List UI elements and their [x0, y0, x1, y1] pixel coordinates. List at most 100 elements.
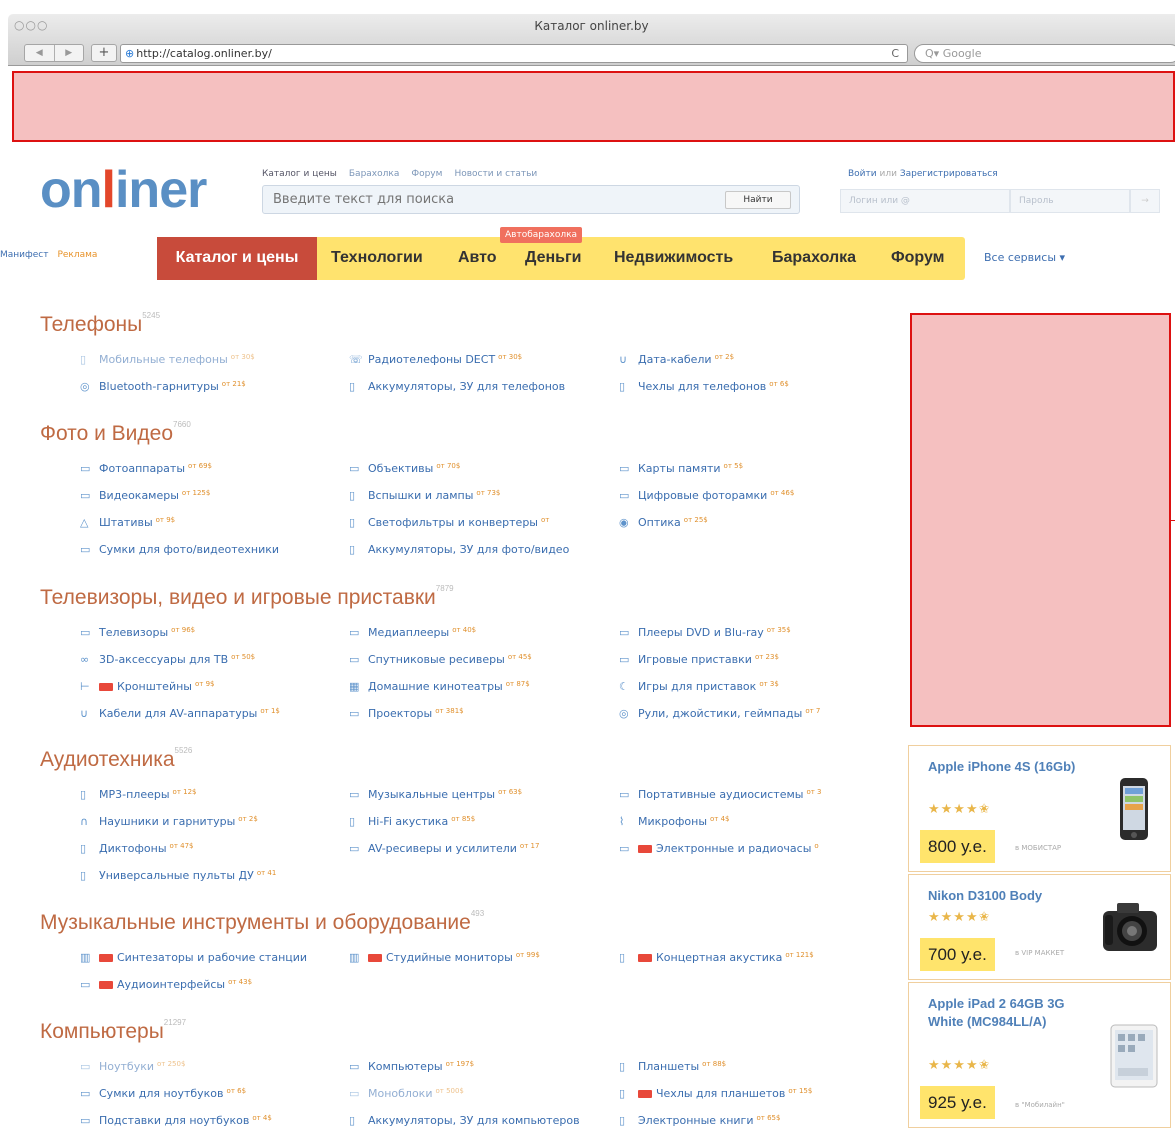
- header-link-catalog[interactable]: Каталог и цены: [262, 169, 337, 179]
- catalog-item[interactable]: ▭ Портативные аудиосистемы от 3: [619, 788, 879, 801]
- sidebar-banner-ad[interactable]: [910, 313, 1171, 727]
- catalog-item[interactable]: ▯ Планшеты от 88$: [619, 1060, 879, 1073]
- nav-item-auto[interactable]: Авто: [458, 249, 497, 267]
- catalog-item[interactable]: ▯ Диктофоны от 47$: [80, 842, 335, 855]
- catalog-item[interactable]: ▭ Карты памяти от 5$: [619, 462, 879, 475]
- catalog-item[interactable]: ▭ Игровые приставки от 23$: [619, 653, 879, 666]
- autobaraholka-badge[interactable]: Автобарахолка: [500, 227, 583, 243]
- nav-item-money[interactable]: Деньги: [525, 249, 582, 267]
- catalog-item[interactable]: ☾ Игры для приставок от 3$: [619, 680, 879, 693]
- section-title[interactable]: Компьютеры21297: [40, 1018, 186, 1044]
- section-title[interactable]: Телевизоры, видео и игровые приставки787…: [40, 584, 454, 610]
- product-card[interactable]: Apple iPhone 4S (16Gb) ★★★★✬ 800 у.е. в МОБ…: [908, 745, 1171, 872]
- back-button[interactable]: ◀: [25, 45, 54, 61]
- catalog-item[interactable]: ▭ Компьютеры от 197$: [349, 1060, 601, 1073]
- catalog-item[interactable]: ▭ Сумки для ноутбуков от 6$: [80, 1087, 335, 1100]
- product-price[interactable]: 800 у.е.: [920, 830, 995, 863]
- product-name[interactable]: Apple iPad 2 64GB 3G White (MC984LL/A): [928, 995, 1078, 1031]
- site-search-input[interactable]: [263, 186, 723, 213]
- catalog-item[interactable]: ▥ Синтезаторы и рабочие станции: [80, 951, 335, 964]
- register-link[interactable]: Зарегистрироваться: [900, 169, 998, 179]
- catalog-item[interactable]: ▯ Электронные книги от 65$: [619, 1114, 879, 1127]
- product-shop[interactable]: в МОБИСТАР: [1015, 844, 1085, 853]
- product-shop[interactable]: в VIP МАККЕТ: [1015, 949, 1085, 958]
- catalog-item[interactable]: ⊢ Кронштейны от 9$: [80, 680, 335, 693]
- catalog-item[interactable]: ▭ Цифровые фоторамки от 46$: [619, 489, 879, 502]
- catalog-item[interactable]: ▯ Аккумуляторы, ЗУ для компьютеров: [349, 1114, 601, 1127]
- section-title[interactable]: Телефоны5245: [40, 311, 160, 337]
- catalog-item[interactable]: ∪ Кабели для AV-аппаратуры от 1$: [80, 707, 335, 720]
- product-name[interactable]: Nikon D3100 Body: [928, 887, 1078, 905]
- catalog-item[interactable]: ▭ Плееры DVD и Blu-ray от 35$: [619, 626, 879, 639]
- catalog-item[interactable]: ▭ Моноблоки от 500$: [349, 1087, 601, 1100]
- catalog-item[interactable]: ▯ Аккумуляторы, ЗУ для фото/видео: [349, 543, 601, 556]
- ads-link[interactable]: Реклама: [57, 250, 97, 260]
- catalog-item[interactable]: ▯ Чехлы для планшетов от 15$: [619, 1087, 879, 1100]
- catalog-item[interactable]: ▯ Аккумуляторы, ЗУ для телефонов: [349, 380, 601, 393]
- reload-icon[interactable]: C: [891, 45, 899, 62]
- catalog-item[interactable]: ▯ Вспышки и лампы от 73$: [349, 489, 601, 502]
- forward-button[interactable]: ▶: [53, 45, 84, 61]
- section-title[interactable]: Музыкальные инструменты и оборудование49…: [40, 909, 484, 935]
- header-link-baraholka[interactable]: Барахолка: [349, 169, 399, 179]
- product-card[interactable]: Apple iPad 2 64GB 3G White (MC984LL/A) ★★…: [908, 982, 1171, 1128]
- catalog-item[interactable]: ▯ МР3-плееры от 12$: [80, 788, 335, 801]
- catalog-item[interactable]: ▥ Студийные мониторы от 99$: [349, 951, 601, 964]
- product-name[interactable]: Apple iPhone 4S (16Gb): [928, 758, 1078, 776]
- nav-item-tech[interactable]: Технологии: [331, 249, 423, 267]
- catalog-item[interactable]: ◎ Рули, джойстики, геймпады от 7: [619, 707, 879, 720]
- address-bar[interactable]: ⊕ http://catalog.onliner.by/ C: [120, 44, 908, 63]
- product-shop[interactable]: в "Мобилайн": [1015, 1101, 1085, 1110]
- catalog-item[interactable]: ∞ 3D-аксессуары для ТВ от 50$: [80, 653, 335, 666]
- nav-item-baraholka[interactable]: Барахолка: [772, 249, 856, 267]
- catalog-item[interactable]: ◉ Оптика от 25$: [619, 516, 879, 529]
- header-link-forum[interactable]: Форум: [411, 169, 442, 179]
- product-price[interactable]: 700 у.е.: [920, 938, 995, 971]
- catalog-item[interactable]: ▭ Ноутбуки от 250$: [80, 1060, 335, 1073]
- catalog-item[interactable]: ▭ Объективы от 70$: [349, 462, 601, 475]
- manifest-link[interactable]: Манифест: [0, 250, 48, 260]
- login-field[interactable]: Логин или @: [840, 189, 1010, 213]
- add-bookmark-button[interactable]: +: [91, 44, 117, 62]
- browser-search-field[interactable]: Q▾ Google: [914, 44, 1175, 63]
- catalog-item[interactable]: ▭ Телевизоры от 96$: [80, 626, 335, 639]
- tablet-icon[interactable]: [1109, 1023, 1159, 1089]
- catalog-item[interactable]: ▯ Светофильтры и конвертеры от: [349, 516, 601, 529]
- header-link-news[interactable]: Новости и статьи: [454, 169, 537, 179]
- catalog-item[interactable]: ▭ Видеокамеры от 125$: [80, 489, 335, 502]
- catalog-item[interactable]: ▯ Универсальные пульты ДУ от 41: [80, 869, 335, 882]
- catalog-item[interactable]: ▭ Аудиоинтерфейсы от 43$: [80, 978, 335, 991]
- section-title[interactable]: Аудиотехника5526: [40, 746, 192, 772]
- login-link[interactable]: Войти: [848, 169, 877, 179]
- camera-icon[interactable]: [1099, 897, 1161, 957]
- catalog-item[interactable]: ▯ Мобильные телефоны от 30$: [80, 353, 335, 366]
- nav-item-realty[interactable]: Недвижимость: [614, 249, 733, 267]
- catalog-item[interactable]: ☏ Радиотелефоны DECT от 30$: [349, 353, 601, 366]
- catalog-item[interactable]: ◎ Bluetooth-гарнитуры от 21$: [80, 380, 335, 393]
- catalog-item[interactable]: ▭ Сумки для фото/видеотехники: [80, 543, 335, 556]
- all-services-dropdown[interactable]: Все сервисы ▾: [984, 251, 1065, 264]
- catalog-item[interactable]: ▭ AV-ресиверы и усилители от 17: [349, 842, 601, 855]
- find-button[interactable]: Найти: [725, 191, 791, 209]
- phone-icon[interactable]: [1114, 776, 1154, 844]
- section-title[interactable]: Фото и Видео7660: [40, 420, 191, 446]
- catalog-item[interactable]: ∩ Наушники и гарнитуры от 2$: [80, 815, 335, 828]
- nav-item-forum[interactable]: Форум: [891, 249, 945, 267]
- catalog-item[interactable]: ▦ Домашние кинотеатры от 87$: [349, 680, 601, 693]
- catalog-item[interactable]: ▯ Hi-Fi акустика от 85$: [349, 815, 601, 828]
- catalog-item[interactable]: ▭ Музыкальные центры от 63$: [349, 788, 601, 801]
- catalog-item[interactable]: ▭ Фотоаппараты от 69$: [80, 462, 335, 475]
- catalog-item[interactable]: ⌇ Микрофоны от 4$: [619, 815, 879, 828]
- catalog-item[interactable]: ▯ Концертная акустика от 121$: [619, 951, 879, 964]
- catalog-item[interactable]: △ Штативы от 9$: [80, 516, 335, 529]
- catalog-item[interactable]: ▭ Подставки для ноутбуков от 4$: [80, 1114, 335, 1127]
- nav-item-catalog[interactable]: Каталог и цены: [157, 237, 317, 280]
- login-button[interactable]: →: [1130, 189, 1160, 213]
- site-logo[interactable]: onliner: [40, 160, 207, 220]
- catalog-item[interactable]: ▭ Спутниковые ресиверы от 45$: [349, 653, 601, 666]
- product-card[interactable]: Nikon D3100 Body ★★★★✬ 700 у.е. в VIP МАККЕ…: [908, 874, 1171, 980]
- catalog-item[interactable]: ▭ Проекторы от 381$: [349, 707, 601, 720]
- catalog-item[interactable]: ▭ Электронные и радиочасы о: [619, 842, 879, 855]
- catalog-item[interactable]: ▯ Чехлы для телефонов от 6$: [619, 380, 879, 393]
- product-price[interactable]: 925 у.е.: [920, 1086, 995, 1119]
